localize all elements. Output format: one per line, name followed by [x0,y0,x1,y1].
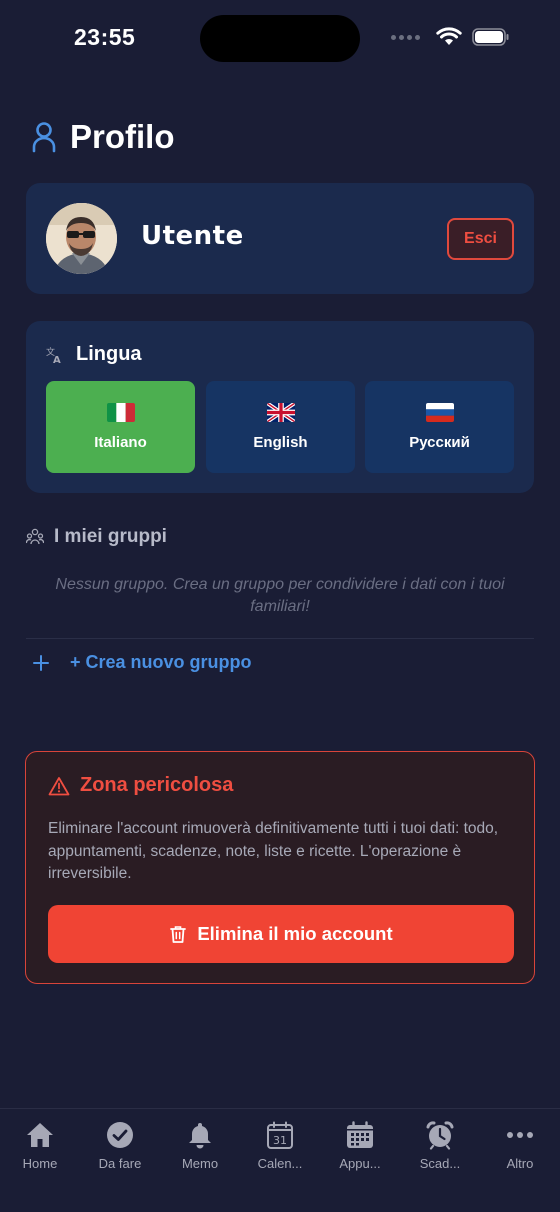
tab-label: Calen... [257,1156,303,1171]
tab-calendar[interactable]: 31 Calen... [240,1109,320,1212]
dynamic-island [200,15,360,62]
alarm-clock-icon [426,1121,454,1150]
create-group-button[interactable]: + Crea nuovo gruppo [32,652,252,673]
groups-empty-message: Nessun gruppo. Crea un gruppo per condiv… [55,576,505,615]
language-title: Lingua [76,343,142,365]
tab-memo[interactable]: Memo [160,1109,240,1212]
warning-triangle-icon [48,776,70,795]
language-option-italiano[interactable]: Italiano [46,381,195,473]
bell-icon [189,1123,211,1149]
calendar-31-icon: 31 [267,1121,293,1149]
language-card: 文 A Lingua Italiano English Русский [26,321,534,493]
language-option-label: Русский [409,434,470,451]
tab-label: Da fare [98,1156,142,1171]
checkmark-circle-icon [107,1122,133,1148]
avatar[interactable] [46,203,117,274]
house-icon [27,1123,53,1147]
tab-label: Scad... [419,1156,461,1171]
people-group-icon [26,528,44,545]
cellular-signal-icon [391,34,420,40]
status-bar: 23:55 [0,0,560,80]
logout-button[interactable]: Esci [447,218,514,260]
tab-home[interactable]: Home [0,1109,80,1212]
page-title: Profilo [70,118,175,155]
language-option-label: Italiano [94,434,147,451]
tab-label: Memo [181,1156,219,1171]
danger-zone-card: Zona pericolosa Eliminare l'account rimu… [25,751,535,984]
flag-ru-icon [425,403,454,422]
avatar-image [46,203,117,274]
tab-label: Home [22,1156,58,1171]
calendar-grid-icon [347,1121,373,1148]
language-option-english[interactable]: English [206,381,355,473]
calendar-day-text: 31 [273,1134,287,1147]
ellipsis-icon [507,1132,533,1138]
tab-label: Appu... [339,1156,381,1171]
flag-gb-icon [266,403,295,422]
divider [26,638,534,639]
groups-title: I miei gruppi [54,526,167,547]
user-name: Utente [141,221,244,251]
language-header: 文 A Lingua [46,343,142,366]
danger-zone-title: Zona pericolosa [80,774,234,796]
delete-account-label: Elimina il mio account [197,923,393,944]
language-option-russian[interactable]: Русский [365,381,514,473]
page-header: Profilo [32,118,175,156]
language-option-label: English [253,434,308,451]
battery-icon [472,28,509,46]
danger-zone-header: Zona pericolosa [48,774,233,797]
translate-icon: 文 A [46,346,61,364]
tab-deadlines[interactable]: Scad... [400,1109,480,1212]
groups-header: I miei gruppi [26,526,167,548]
plus-icon [33,654,49,671]
status-time: 23:55 [74,24,136,50]
tab-label: Altro [506,1156,534,1171]
tab-todo[interactable]: Da fare [80,1109,160,1212]
danger-zone-description: Eliminare l'account rimuoverà definitiva… [48,820,499,882]
tab-more[interactable]: Altro [480,1109,560,1212]
wifi-icon [436,27,462,45]
user-card: Utente Esci [26,183,534,294]
tab-bar: Home Da fare Memo 31 Calen... Appu... Sc… [0,1108,560,1212]
delete-account-button[interactable]: Elimina il mio account [48,905,514,963]
flag-it-icon [106,403,135,422]
trash-icon [170,926,187,943]
svg-text:A: A [53,355,61,364]
person-icon [32,122,56,153]
status-icons [391,27,510,47]
tab-appointments[interactable]: Appu... [320,1109,400,1212]
create-group-label: + Crea nuovo gruppo [70,652,252,672]
